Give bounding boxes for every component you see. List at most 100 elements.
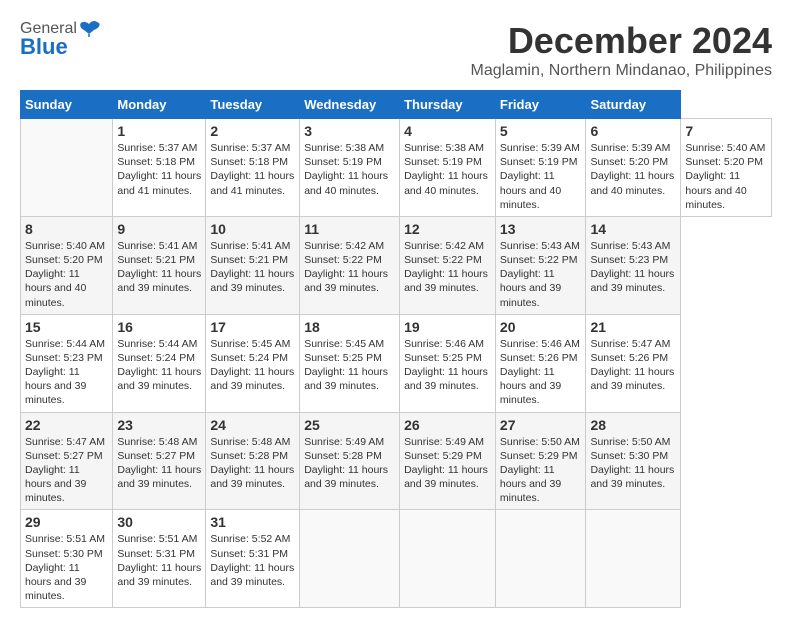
day-info: Sunrise: 5:43 AM Sunset: 5:22 PM Dayligh…	[500, 239, 582, 310]
day-info: Sunrise: 5:41 AM Sunset: 5:21 PM Dayligh…	[117, 239, 201, 296]
day-number: 5	[500, 123, 582, 139]
day-number: 9	[117, 221, 201, 237]
day-number: 17	[210, 319, 295, 335]
calendar-header-wednesday: Wednesday	[300, 91, 400, 119]
day-info: Sunrise: 5:40 AM Sunset: 5:20 PM Dayligh…	[685, 141, 767, 212]
calendar-cell	[586, 510, 681, 608]
day-number: 1	[117, 123, 201, 139]
calendar-table: SundayMondayTuesdayWednesdayThursdayFrid…	[20, 90, 772, 608]
day-info: Sunrise: 5:38 AM Sunset: 5:19 PM Dayligh…	[404, 141, 491, 198]
day-number: 18	[304, 319, 395, 335]
day-number: 11	[304, 221, 395, 237]
day-number: 29	[25, 514, 108, 530]
calendar-cell: 24Sunrise: 5:48 AM Sunset: 5:28 PM Dayli…	[206, 412, 300, 510]
day-info: Sunrise: 5:48 AM Sunset: 5:27 PM Dayligh…	[117, 435, 201, 492]
day-number: 12	[404, 221, 491, 237]
calendar-header-friday: Friday	[495, 91, 586, 119]
day-number: 23	[117, 417, 201, 433]
calendar-cell: 17 Sunrise: 5:45 AM Sunset: 5:24 PM Dayli…	[206, 314, 300, 412]
calendar-week-row: 15Sunrise: 5:44 AM Sunset: 5:23 PM Dayli…	[21, 314, 772, 412]
day-number: 14	[590, 221, 676, 237]
calendar-cell: 26 Sunrise: 5:49 AM Sunset: 5:29 PM Dayli…	[400, 412, 496, 510]
calendar-cell	[21, 119, 113, 217]
calendar-cell: 3 Sunrise: 5:38 AM Sunset: 5:19 PM Daylig…	[300, 119, 400, 217]
day-number: 2	[210, 123, 295, 139]
day-number: 7	[685, 123, 767, 139]
day-number: 8	[25, 221, 108, 237]
day-number: 3	[304, 123, 395, 139]
calendar-cell: 15Sunrise: 5:44 AM Sunset: 5:23 PM Dayli…	[21, 314, 113, 412]
day-info: Sunrise: 5:52 AM Sunset: 5:31 PM Dayligh…	[210, 532, 295, 589]
calendar-header-sunday: Sunday	[21, 91, 113, 119]
calendar-cell: 19Sunrise: 5:46 AM Sunset: 5:25 PM Dayli…	[400, 314, 496, 412]
calendar-cell: 27 Sunrise: 5:50 AM Sunset: 5:29 PM Dayli…	[495, 412, 586, 510]
day-info: Sunrise: 5:50 AM Sunset: 5:29 PM Dayligh…	[500, 435, 582, 506]
calendar-cell: 20Sunrise: 5:46 AM Sunset: 5:26 PM Dayli…	[495, 314, 586, 412]
day-info: Sunrise: 5:46 AM Sunset: 5:25 PM Dayligh…	[404, 337, 491, 394]
logo-blue-text: Blue	[20, 34, 68, 60]
day-number: 4	[404, 123, 491, 139]
day-info: Sunrise: 5:47 AM Sunset: 5:27 PM Dayligh…	[25, 435, 108, 506]
day-number: 20	[500, 319, 582, 335]
day-info: Sunrise: 5:47 AM Sunset: 5:26 PM Dayligh…	[590, 337, 676, 394]
day-number: 22	[25, 417, 108, 433]
calendar-cell: 28Sunrise: 5:50 AM Sunset: 5:30 PM Dayli…	[586, 412, 681, 510]
calendar-week-row: 1 Sunrise: 5:37 AM Sunset: 5:18 PM Daylig…	[21, 119, 772, 217]
day-info: Sunrise: 5:49 AM Sunset: 5:29 PM Dayligh…	[404, 435, 491, 492]
header: General Blue December 2024 Maglamin, Nor…	[20, 20, 772, 80]
calendar-cell: 30Sunrise: 5:51 AM Sunset: 5:31 PM Dayli…	[113, 510, 206, 608]
day-number: 30	[117, 514, 201, 530]
day-info: Sunrise: 5:44 AM Sunset: 5:23 PM Dayligh…	[25, 337, 108, 408]
calendar-cell: 5Sunrise: 5:39 AM Sunset: 5:19 PM Daylig…	[495, 119, 586, 217]
calendar-cell: 2 Sunrise: 5:37 AM Sunset: 5:18 PM Daylig…	[206, 119, 300, 217]
day-info: Sunrise: 5:45 AM Sunset: 5:24 PM Dayligh…	[210, 337, 295, 394]
day-info: Sunrise: 5:40 AM Sunset: 5:20 PM Dayligh…	[25, 239, 108, 310]
calendar-cell: 12 Sunrise: 5:42 AM Sunset: 5:22 PM Dayli…	[400, 216, 496, 314]
calendar-cell: 29Sunrise: 5:51 AM Sunset: 5:30 PM Dayli…	[21, 510, 113, 608]
calendar-cell: 8 Sunrise: 5:40 AM Sunset: 5:20 PM Daylig…	[21, 216, 113, 314]
day-info: Sunrise: 5:45 AM Sunset: 5:25 PM Dayligh…	[304, 337, 395, 394]
day-info: Sunrise: 5:42 AM Sunset: 5:22 PM Dayligh…	[404, 239, 491, 296]
calendar-header-row: SundayMondayTuesdayWednesdayThursdayFrid…	[21, 91, 772, 119]
month-title: December 2024	[471, 20, 773, 62]
calendar-cell: 11 Sunrise: 5:42 AM Sunset: 5:22 PM Dayli…	[300, 216, 400, 314]
day-info: Sunrise: 5:39 AM Sunset: 5:20 PM Dayligh…	[590, 141, 676, 198]
calendar-week-row: 29Sunrise: 5:51 AM Sunset: 5:30 PM Dayli…	[21, 510, 772, 608]
day-info: Sunrise: 5:41 AM Sunset: 5:21 PM Dayligh…	[210, 239, 295, 296]
day-info: Sunrise: 5:37 AM Sunset: 5:18 PM Dayligh…	[210, 141, 295, 198]
day-number: 31	[210, 514, 295, 530]
day-info: Sunrise: 5:38 AM Sunset: 5:19 PM Dayligh…	[304, 141, 395, 198]
calendar-cell: 13 Sunrise: 5:43 AM Sunset: 5:22 PM Dayli…	[495, 216, 586, 314]
calendar-cell: 21 Sunrise: 5:47 AM Sunset: 5:26 PM Dayli…	[586, 314, 681, 412]
day-number: 25	[304, 417, 395, 433]
day-number: 10	[210, 221, 295, 237]
calendar-cell	[300, 510, 400, 608]
title-section: December 2024 Maglamin, Northern Mindana…	[471, 20, 773, 80]
calendar-cell: 6 Sunrise: 5:39 AM Sunset: 5:20 PM Daylig…	[586, 119, 681, 217]
calendar-header-tuesday: Tuesday	[206, 91, 300, 119]
calendar-header-monday: Monday	[113, 91, 206, 119]
calendar-cell: 18 Sunrise: 5:45 AM Sunset: 5:25 PM Dayli…	[300, 314, 400, 412]
day-info: Sunrise: 5:37 AM Sunset: 5:18 PM Dayligh…	[117, 141, 201, 198]
day-number: 26	[404, 417, 491, 433]
calendar-cell: 31 Sunrise: 5:52 AM Sunset: 5:31 PM Dayli…	[206, 510, 300, 608]
day-number: 28	[590, 417, 676, 433]
calendar-header-thursday: Thursday	[400, 91, 496, 119]
day-number: 6	[590, 123, 676, 139]
calendar-header-saturday: Saturday	[586, 91, 681, 119]
calendar-cell: 22 Sunrise: 5:47 AM Sunset: 5:27 PM Dayli…	[21, 412, 113, 510]
day-number: 24	[210, 417, 295, 433]
day-info: Sunrise: 5:43 AM Sunset: 5:23 PM Dayligh…	[590, 239, 676, 296]
day-info: Sunrise: 5:49 AM Sunset: 5:28 PM Dayligh…	[304, 435, 395, 492]
day-number: 21	[590, 319, 676, 335]
calendar-cell: 16 Sunrise: 5:44 AM Sunset: 5:24 PM Dayli…	[113, 314, 206, 412]
day-info: Sunrise: 5:44 AM Sunset: 5:24 PM Dayligh…	[117, 337, 201, 394]
day-number: 16	[117, 319, 201, 335]
day-info: Sunrise: 5:42 AM Sunset: 5:22 PM Dayligh…	[304, 239, 395, 296]
logo: General Blue	[20, 20, 101, 60]
day-number: 27	[500, 417, 582, 433]
location-title: Maglamin, Northern Mindanao, Philippines	[471, 62, 773, 80]
calendar-cell: 1 Sunrise: 5:37 AM Sunset: 5:18 PM Daylig…	[113, 119, 206, 217]
day-number: 13	[500, 221, 582, 237]
calendar-week-row: 8 Sunrise: 5:40 AM Sunset: 5:20 PM Daylig…	[21, 216, 772, 314]
